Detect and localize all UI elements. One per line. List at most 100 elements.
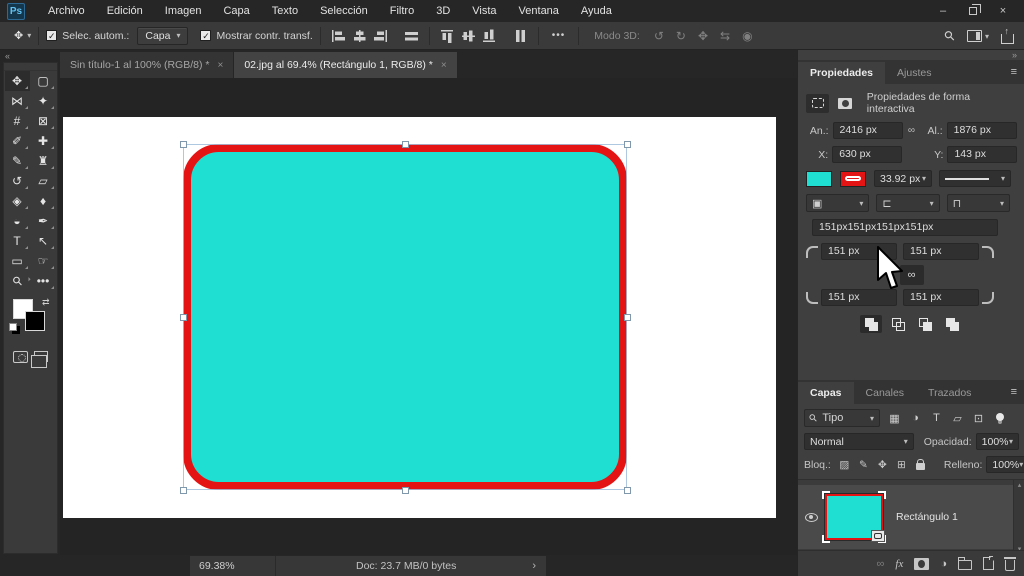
panel-menu-icon[interactable]: ≡ [1011,66,1017,78]
screen-mode-button[interactable] [34,351,48,362]
show-transform-checkbox[interactable]: ✓ [200,30,211,41]
tab-adjustments[interactable]: Ajustes [885,62,943,84]
filter-filter-smart-object[interactable]: ⊡ [968,412,989,425]
pathfinder-intersect-button[interactable] [914,315,936,333]
tool-gradient-tool[interactable]: ◈ [5,191,30,211]
menu-0[interactable]: Archivo [37,0,96,22]
layer-list-scrollbar[interactable]: ▴ ▾ [1013,480,1024,554]
align-left-icon[interactable] [331,29,346,43]
close-tab-icon[interactable]: × [217,60,223,71]
tool-move-tool[interactable]: ✥ [5,71,30,91]
layers-action-new-layer[interactable] [983,557,994,570]
filter-filter-toggle[interactable] [989,412,1010,425]
tool-eyedropper-tool[interactable]: ✐ [5,131,30,151]
align-right-icon[interactable] [373,29,388,43]
swap-colors-icon[interactable]: ⇄ [42,297,50,308]
menu-1[interactable]: Edición [96,0,154,22]
default-colors-icon[interactable] [9,323,17,331]
stroke-join-dropdown[interactable]: ⊓▾ [947,194,1010,212]
menu-6[interactable]: Filtro [379,0,425,22]
menu-4[interactable]: Texto [261,0,309,22]
panel-menu-icon[interactable]: ≡ [1011,386,1017,398]
fill-dropdown[interactable]: 100% ▾ [986,456,1024,473]
tool-path-selection-tool[interactable]: ↖ [31,231,56,251]
current-tool-preset[interactable]: ✥ ▾ [14,29,31,42]
stroke-color-swatch[interactable] [840,171,866,187]
menu-5[interactable]: Selección [309,0,379,22]
tool-history-brush-tool[interactable]: ↺ [5,171,30,191]
tool-edit-toolbar[interactable]: ••• [31,271,56,291]
zoom-level-field[interactable]: 69.38% [190,556,276,576]
tab-channels[interactable]: Canales [854,382,917,404]
tool-clone-stamp-tool[interactable]: ♜ [31,151,56,171]
layers-action-new-adjustment-layer[interactable]: ◑ [940,558,947,570]
collapse-panels-icon[interactable]: » [1012,50,1017,60]
share-icon[interactable] [1001,34,1014,44]
layer-name[interactable]: Rectángulo 1 [896,511,958,523]
tool-crop-tool[interactable]: # [5,111,30,131]
tool-type-tool[interactable]: T [5,231,30,251]
restore-button[interactable] [958,0,988,22]
y-field[interactable]: 143 px [947,146,1017,163]
link-dimensions-icon[interactable]: ∞ [908,125,915,136]
layer-thumbnail[interactable] [824,493,884,541]
width-field[interactable]: 2416 px [833,122,903,139]
tab-properties[interactable]: Propiedades [798,62,885,84]
tool-healing-brush-tool[interactable]: ✚ [31,131,56,151]
height-field[interactable]: 1876 px [947,122,1017,139]
filter-filter-image[interactable]: ▦ [884,412,905,425]
pathfinder-combine-button[interactable] [860,315,882,333]
menu-10[interactable]: Ayuda [570,0,623,22]
blend-mode-dropdown[interactable]: Normal ▾ [804,433,914,450]
distribute-vertical-icon[interactable] [513,29,528,43]
scroll-up-icon[interactable]: ▴ [1018,481,1022,489]
handle-top-left[interactable] [180,141,187,148]
radius-bottom-right-field[interactable]: 151 px [903,289,979,306]
handle-middle-right[interactable] [624,314,631,321]
layers-action-link-layers[interactable]: ∞ [877,558,885,570]
distribute-horizontal-icon[interactable] [404,29,419,43]
menu-7[interactable]: 3D [425,0,461,22]
align-top-icon[interactable] [440,29,455,43]
auto-select-checkbox[interactable]: ✓ [46,30,57,41]
menu-8[interactable]: Vista [461,0,507,22]
minimize-button[interactable]: – [928,0,958,22]
filter-filter-shape[interactable]: ▱ [947,412,968,425]
tab-paths[interactable]: Trazados [916,382,983,404]
mask-properties-button[interactable] [833,94,856,113]
filter-type-dropdown[interactable]: ⚲ Tipo ▾ [804,409,880,427]
lock-lock-transparency[interactable]: ▨ [835,459,854,471]
layers-action-add-mask[interactable] [914,558,929,570]
radius-combined-field[interactable]: 151px151px151px151px [812,219,998,236]
tool-quick-selection-tool[interactable]: ✦ [31,91,56,111]
pathfinder-exclude-button[interactable] [941,315,963,333]
layers-action-layer-style[interactable]: fx [895,558,903,570]
lock-lock-artboard[interactable]: ⊞ [892,459,911,471]
x-field[interactable]: 630 px [832,146,902,163]
toolbar-grip[interactable] [4,63,57,71]
handle-bottom-left[interactable] [180,487,187,494]
tool-lasso-tool[interactable]: ⋈ [5,91,30,111]
align-center-horizontal-icon[interactable] [352,29,367,43]
filter-filter-adjustment[interactable]: ◑ [905,412,926,425]
tool-marquee-tool[interactable]: ▢ [31,71,56,91]
stroke-align-dropdown[interactable]: ▣▾ [806,194,869,212]
pathfinder-subtract-button[interactable] [887,315,909,333]
align-bottom-icon[interactable] [482,29,497,43]
tool-blur-tool[interactable]: ♦ [31,191,56,211]
layer-visibility-toggle[interactable] [798,513,824,522]
menu-3[interactable]: Capa [212,0,260,22]
radius-bottom-left-field[interactable]: 151 px [821,289,897,306]
stroke-cap-dropdown[interactable]: ⊏▾ [876,194,939,212]
menu-9[interactable]: Ventana [508,0,570,22]
link-radius-button[interactable]: ∞ [900,265,924,285]
close-tab-icon[interactable]: × [441,60,447,71]
tool-eraser-tool[interactable]: ▱ [31,171,56,191]
handle-top-center[interactable] [402,141,409,148]
collapse-toolbar-icon[interactable]: « [5,51,10,61]
lock-lock-position[interactable]: ✥ [873,459,892,471]
quick-mask-button[interactable] [13,351,28,363]
tool-hand-tool[interactable]: ☞ [31,251,56,271]
filter-filter-type[interactable]: T [926,412,947,425]
document-tab-untitled-1[interactable]: Sin título-1 al 100% (RGB/8) *× [60,52,234,78]
